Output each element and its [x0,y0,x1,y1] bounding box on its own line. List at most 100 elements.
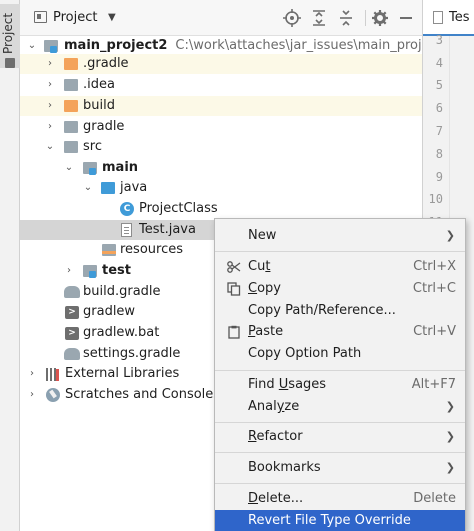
menu-item-new[interactable]: New ❯ [215,225,465,247]
menu-separator [215,452,465,453]
menu-item-copy-option-path[interactable]: Copy Option Path [215,343,465,365]
tree-item-label: gradlew [83,304,136,319]
tree-item-projectclass[interactable]: C ProjectClass [20,199,422,219]
menu-item-shortcut: Delete [413,491,456,506]
tree-item-label: .idea [83,77,115,92]
tree-item-idea[interactable]: › .idea [20,75,422,95]
tree-item-label: ProjectClass [139,201,218,216]
menu-separator [215,422,465,423]
tree-item-label: test [102,263,131,278]
menu-item-revert-file-type-override[interactable]: Revert File Type Override [215,510,465,531]
chevron-down-icon[interactable]: ⌄ [27,36,37,56]
gear-icon[interactable] [370,8,390,28]
project-panel-header: Project ▼ [20,0,422,36]
project-view-selector[interactable]: Project [53,10,97,25]
chevron-right-icon[interactable]: › [27,385,37,405]
menu-item-label: Bookmarks [248,460,321,475]
line-number: 6 [435,101,443,115]
hide-panel-icon[interactable] [396,8,416,28]
module-folder-icon [83,162,97,175]
menu-item-copy[interactable]: Copy Ctrl+C [215,278,465,300]
menu-item-label: New [248,228,277,243]
tree-item-label: Scratches and Consoles [65,387,221,402]
chevron-right-icon[interactable]: › [45,75,55,95]
menu-separator [215,483,465,484]
folder-icon [64,141,78,153]
chevron-right-icon: ❯ [445,400,455,413]
menu-item-analyze[interactable]: Analyze ❯ [215,396,465,418]
tree-item-src[interactable]: ⌄ src [20,137,422,157]
text-file-icon [433,11,443,24]
tree-item-label: gradle [83,119,125,134]
menu-item-shortcut: Alt+F7 [411,377,456,392]
source-folder-icon [101,182,115,194]
expand-all-icon[interactable] [309,8,329,28]
project-window-icon [5,58,15,68]
chevron-right-icon[interactable]: › [45,96,55,116]
chevron-right-icon[interactable]: › [27,364,37,384]
paste-icon [227,325,241,339]
batch-file-icon: > [65,327,79,340]
editor-tab-test-java[interactable]: Tes [423,0,474,36]
tree-item-java[interactable]: ⌄ java [20,178,422,198]
shell-script-icon: > [65,306,79,319]
chevron-down-icon[interactable]: ⌄ [64,158,74,178]
project-tool-window-label: Project [1,12,15,54]
tree-item-main[interactable]: ⌄ main [20,158,422,178]
tree-item-gradle[interactable]: › gradle [20,117,422,137]
chevron-down-icon[interactable]: ⌄ [83,178,93,198]
menu-item-label: Copy Option Path [248,346,362,361]
tree-item-label: build.gradle [83,284,161,299]
chevron-down-icon[interactable]: ⌄ [45,137,55,157]
gradle-icon [64,348,80,360]
header-divider [365,10,366,26]
tree-item-label: Test.java [139,222,196,237]
chevron-down-icon[interactable]: ▼ [108,12,116,23]
menu-item-cut[interactable]: Cut Ctrl+X [215,256,465,278]
chevron-right-icon: ❯ [445,461,455,474]
menu-item-delete[interactable]: Delete... Delete [215,488,465,510]
project-view-icon [34,11,47,23]
scratches-icon [46,388,60,402]
excluded-folder-icon [64,100,78,112]
left-tool-strip: Project [0,0,20,531]
menu-item-label: Refactor [248,429,303,444]
menu-item-copy-path-reference[interactable]: Copy Path/Reference... [215,300,465,322]
menu-item-find-usages[interactable]: Find Usages Alt+F7 [215,374,465,396]
menu-item-shortcut: Ctrl+X [413,259,456,274]
folder-icon [64,79,78,91]
chevron-right-icon[interactable]: › [45,117,55,137]
menu-item-label: Cut [248,259,271,274]
menu-item-bookmarks[interactable]: Bookmarks ❯ [215,457,465,479]
tree-item-label: java [120,180,148,195]
tree-item-label: main [102,160,139,175]
project-tool-window-tab[interactable]: Project [0,4,20,68]
menu-item-paste[interactable]: Paste Ctrl+V [215,321,465,343]
line-number: 5 [435,78,443,92]
menu-item-label: Revert File Type Override [248,513,411,528]
java-class-icon: C [120,202,134,216]
line-number: 7 [435,124,443,138]
tree-item-gradle-dir[interactable]: › .gradle [20,54,422,74]
tree-item-label: src [83,139,102,154]
locate-file-icon[interactable] [282,8,302,28]
gradle-icon [64,286,80,298]
resources-folder-icon [102,244,116,256]
tree-item-label: build [83,98,115,113]
context-menu: New ❯ Cut Ctrl+X Copy Ctrl+C Copy Path/R… [214,218,466,531]
text-file-icon [121,223,132,237]
line-number: 4 [435,56,443,70]
menu-item-refactor[interactable]: Refactor ❯ [215,426,465,448]
tree-item-label: resources [120,242,184,257]
chevron-right-icon: ❯ [445,430,455,443]
collapse-all-icon[interactable] [336,8,356,28]
libraries-icon [45,368,61,381]
chevron-right-icon[interactable]: › [64,261,74,281]
tree-item-label: .gradle [83,56,129,71]
tree-item-build[interactable]: › build [20,96,422,116]
menu-separator [215,251,465,252]
tree-item-label: settings.gradle [83,346,181,361]
module-folder-icon [44,40,58,53]
tree-root-main-project2[interactable]: ⌄ main_project2 C:\work\attaches\jar_issu… [20,36,450,56]
chevron-right-icon[interactable]: › [45,54,55,74]
